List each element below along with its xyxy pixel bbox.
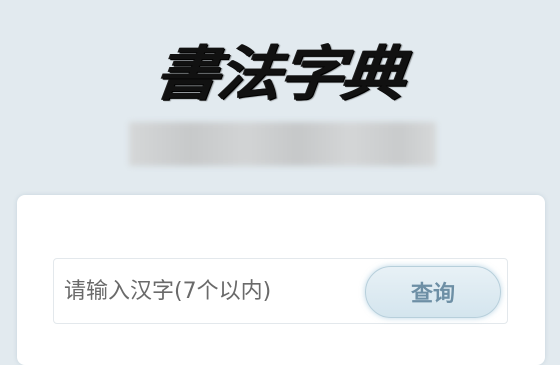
logo-calligraphy-text: 書法字典 [151, 39, 408, 109]
search-button-label: 查询 [410, 282, 455, 307]
search-button[interactable]: 查询 [365, 266, 501, 318]
search-card: 查询 [17, 195, 545, 365]
search-form: 查询 [53, 258, 508, 324]
search-input[interactable] [64, 267, 354, 315]
site-logo: 書法字典 [0, 30, 560, 109]
blurred-banner [129, 122, 436, 166]
